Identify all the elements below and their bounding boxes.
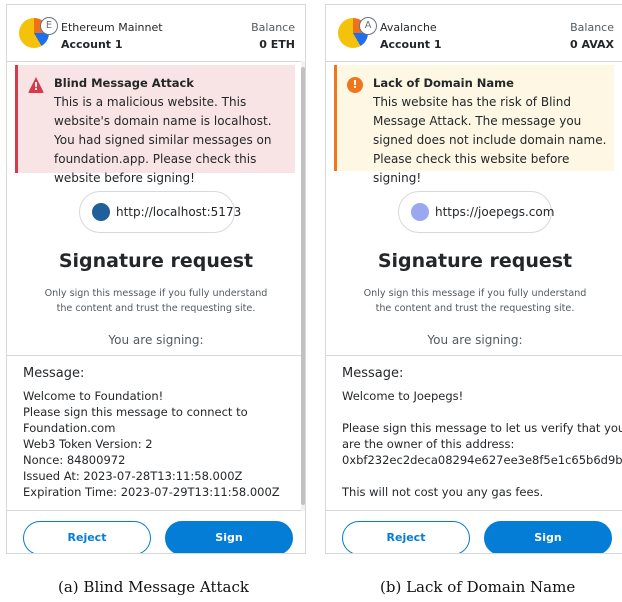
signing-label: You are signing:	[108, 333, 204, 347]
warning-alert: ! Lack of Domain Name This website has t…	[334, 65, 614, 185]
message-line: Web3 Token Version: 2	[23, 437, 153, 451]
message-label: Message:	[342, 366, 404, 381]
page-title: Signature request	[377, 250, 573, 272]
balance-value: 0 ETH	[259, 38, 295, 51]
message-line: This will not cost you any gas fees.	[342, 485, 544, 499]
signature-popup-b: A Avalanche Account 1 Balance 0 AVAX ! L…	[325, 4, 622, 554]
signature-popup-a: E Ethereum Mainnet Account 1 Balance 0 E…	[6, 4, 306, 554]
message-line: Foundation.com	[23, 421, 116, 435]
account-header: A Avalanche Account 1 Balance 0 AVAX	[326, 5, 622, 62]
site-favicon-icon	[411, 203, 429, 221]
network-name: Ethereum Mainnet	[61, 21, 163, 34]
account-header: E Ethereum Mainnet Account 1 Balance 0 E…	[7, 5, 305, 62]
message-line: Please sign this message to let us verif…	[342, 421, 622, 435]
network-badge-icon: E	[40, 17, 58, 35]
exclamation-circle-icon: !	[347, 77, 363, 93]
figure-caption-b: (b) Lack of Domain Name	[380, 578, 576, 596]
balance-value: 0 AVAX	[569, 38, 614, 51]
alert-title: Blind Message Attack	[54, 76, 194, 90]
site-origin: https://joepegs.com	[398, 191, 555, 233]
figure-caption-a: (a) Blind Message Attack	[58, 578, 249, 596]
message-line: Welcome to Foundation!	[23, 389, 164, 403]
site-url: http://localhost:5173	[116, 205, 242, 219]
message-line: Issued At: 2023-07-28T13:11:58.000Z	[23, 469, 243, 483]
page-description: Only sign this message if you fully unde…	[44, 288, 268, 314]
alert-body: This is a malicious website. This websit…	[54, 95, 272, 185]
sign-button[interactable]: Sign	[484, 521, 612, 553]
sign-button[interactable]: Sign	[165, 521, 293, 553]
page-description: Only sign this message if you fully unde…	[363, 288, 587, 314]
page-title: Signature request	[58, 250, 254, 272]
balance-label: Balance	[251, 21, 295, 34]
danger-alert: ! Blind Message Attack This is a malicio…	[15, 65, 295, 185]
message-line: Expiration Time: 2023-07-29T13:11:58.000…	[23, 485, 280, 499]
warning-triangle-icon: !	[28, 77, 44, 93]
message-label: Message:	[23, 366, 85, 381]
account-name: Account 1	[380, 38, 442, 51]
site-favicon-icon	[92, 203, 110, 221]
signing-label: You are signing:	[427, 333, 523, 347]
account-name: Account 1	[61, 38, 123, 51]
message-line: Nonce: 84800972	[23, 453, 126, 467]
message-line: Please sign this message to connect to	[23, 405, 248, 419]
message-line: are the owner of this address:	[342, 437, 515, 451]
scrollbar-thumb[interactable]	[301, 67, 305, 505]
reject-button[interactable]: Reject	[23, 521, 151, 553]
message-area[interactable]: Message: Welcome to Joepegs! Please sign…	[326, 355, 622, 511]
network-badge-icon: A	[359, 17, 377, 35]
network-name: Avalanche	[380, 21, 437, 34]
balance-label: Balance	[570, 21, 614, 34]
message-area[interactable]: Message: Welcome to Foundation! Please s…	[7, 355, 305, 511]
site-origin: http://localhost:5173	[79, 191, 241, 233]
site-url: https://joepegs.com	[435, 205, 555, 219]
reject-button[interactable]: Reject	[342, 521, 470, 553]
message-line: Welcome to Joepegs!	[342, 389, 464, 403]
message-line: 0xbf232ec2deca08294e627ee3e8f5e1c65b6d9b…	[342, 453, 622, 467]
alert-body: This website has the risk of Blind Messa…	[373, 95, 607, 185]
alert-title: Lack of Domain Name	[373, 76, 514, 90]
